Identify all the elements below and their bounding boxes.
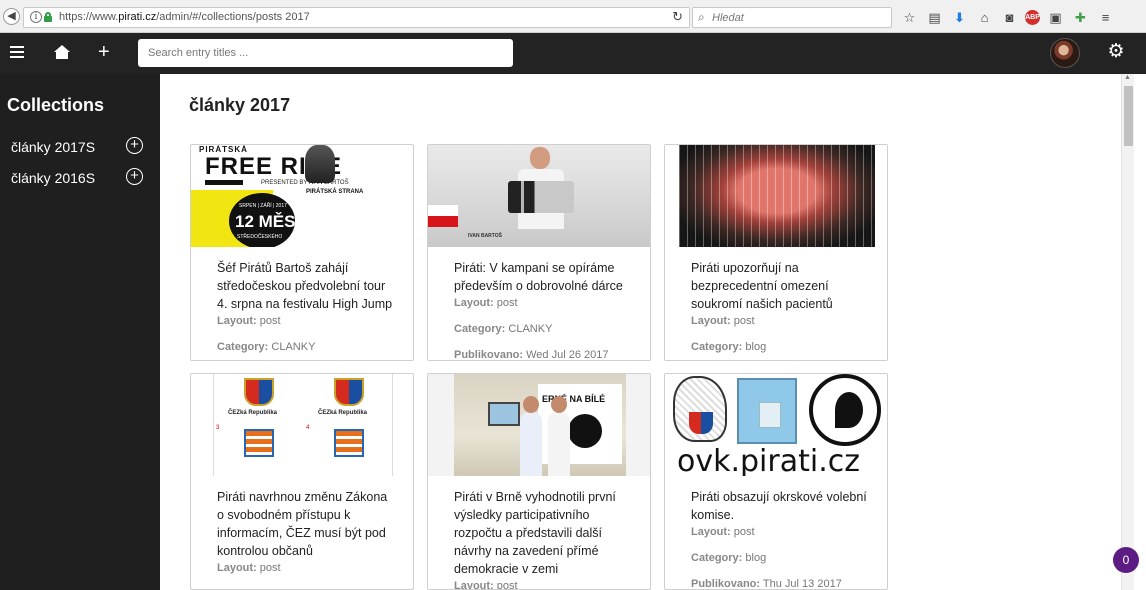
card-layout: Layout: post — [454, 297, 518, 309]
add-circle-icon[interactable]: + — [126, 168, 143, 185]
thumb-grid: ČEZká Republika ČEZká Republika 3 4 — [213, 374, 393, 476]
app-header: + ⚙ — [0, 33, 1146, 74]
thumb-portrait — [305, 145, 335, 183]
card-thumbnail: ovk.pirati.cz — [665, 374, 887, 476]
sidebar-item-clanky-2017s[interactable]: články 2017S + — [0, 134, 160, 160]
entry-card[interactable]: IVAN BARTOŠ Piráti: V kampani se opíráme… — [427, 144, 651, 361]
card-layout: Layout: post — [454, 580, 518, 590]
entry-search-input[interactable] — [138, 39, 513, 67]
thumb-text: 4 — [306, 425, 310, 431]
notification-badge[interactable]: 0 — [1113, 547, 1139, 573]
thumb-screen — [488, 402, 520, 426]
browser-toolbar-icons: ☆ ▤ ⬇ ⌂ ◙ ABP ▣ ✚ ≡ — [900, 7, 1115, 28]
thumb-strip — [205, 180, 243, 185]
card-category: Category: CLANKY — [454, 323, 553, 335]
thumb-text: ČEZká Republika — [228, 410, 278, 416]
pocket-icon[interactable]: ◙ — [1000, 8, 1019, 27]
card-title: Piráti upozorňují na bezprecedentní omez… — [691, 261, 833, 311]
card-title: Šéf Pirátů Bartoš zahájí středočeskou př… — [217, 261, 393, 311]
card-thumbnail: IVAN BARTOŠ — [428, 145, 650, 247]
card-category: Category: CLANKY — [217, 341, 316, 353]
history-icon[interactable]: ▣ — [1046, 8, 1065, 27]
card-thumbnail: ČEZká Republika ČEZká Republika 3 4 — [191, 374, 413, 476]
card-title: Piráti: V kampani se opíráme především o… — [454, 261, 623, 293]
card-thumbnail — [665, 145, 887, 247]
entry-card[interactable]: Piráti upozorňují na bezprecedentní omez… — [664, 144, 888, 361]
card-thumbnail: ERNÉ NA BÍLÉ — [428, 374, 650, 476]
sidebar-heading: Collections — [7, 95, 105, 115]
search-icon: ⌕ — [698, 10, 705, 24]
adblock-icon[interactable]: ABP — [1025, 10, 1040, 25]
sidebar-item-label[interactable]: články 2017S — [11, 139, 95, 155]
thumb-text: PRESENTED BY IVAN BARTOŠ — [261, 180, 349, 186]
thumb-ballot-box — [737, 378, 797, 444]
entry-card[interactable]: ČEZká Republika ČEZká Republika 3 4 Pirá… — [190, 373, 414, 590]
address-bar[interactable]: i https://www.pirati.cz/admin/#/collecti… — [23, 7, 690, 28]
thumb-text: IVAN BARTOŠ — [468, 233, 502, 239]
thumb-text: STŘEDOČESKÉHO — [237, 234, 283, 240]
entry-card[interactable]: PIRÁTSKÁ FREE RIDE PRESENTED BY IVAN BAR… — [190, 144, 414, 361]
download-icon[interactable]: ⬇ — [950, 8, 969, 27]
home-browser-icon[interactable]: ⌂ — [975, 8, 994, 27]
new-entry-plus-icon[interactable]: + — [98, 40, 110, 64]
card-title: Piráti v Brně vyhodnotili první výsledky… — [454, 490, 616, 576]
info-icon[interactable]: i — [30, 11, 42, 23]
scroll-up-icon[interactable]: ▲ — [1124, 74, 1131, 81]
entry-card[interactable]: ERNÉ NA BÍLÉ Piráti v Brně vyhodnotili p… — [427, 373, 651, 590]
bookmark-star-icon[interactable]: ☆ — [900, 8, 919, 27]
card-layout: Layout: post — [691, 315, 755, 327]
card-published: Publikovano: Wed Jul 26 2017 — [454, 349, 609, 361]
thumb-coat-of-arms — [673, 376, 727, 442]
thumb-text: ovk.pirati.cz — [677, 444, 860, 476]
browser-toolbar: ◀ i https://www.pirati.cz/admin/#/collec… — [0, 0, 1146, 33]
card-layout: Layout: post — [217, 562, 281, 574]
main-content: články 2017 PIRÁTSKÁ FREE RIDE PRESENTED… — [160, 74, 1121, 590]
card-thumbnail: PIRÁTSKÁ FREE RIDE PRESENTED BY IVAN BAR… — [191, 145, 413, 247]
browser-menu-icon[interactable]: ≡ — [1096, 8, 1115, 27]
card-category: Category: blog — [691, 552, 767, 564]
card-layout: Layout: post — [691, 526, 755, 538]
thumb-text: 12 MĚST — [235, 212, 306, 231]
thumb-text: ČEZká Republika — [318, 410, 368, 416]
sidebar: Collections články 2017S + články 2016S … — [0, 74, 160, 590]
hamburger-menu-icon[interactable] — [10, 46, 24, 58]
reading-list-icon[interactable]: ▤ — [925, 8, 944, 27]
card-category: Category: blog — [691, 341, 767, 353]
gear-icon[interactable]: ⚙ — [1106, 42, 1126, 62]
thumb-pirate-logo — [809, 374, 881, 446]
thumb-person — [508, 145, 574, 247]
sidebar-item-label[interactable]: články 2016S — [11, 170, 95, 186]
avatar[interactable] — [1050, 38, 1080, 68]
card-title: Piráti obsazují okrskové volební komise. — [691, 490, 867, 522]
entry-card[interactable]: ovk.pirati.cz Piráti obsazují okrskové v… — [664, 373, 888, 590]
thumb-logo: PIRÁTSKÁ STRANA — [306, 189, 364, 195]
browser-search-box[interactable]: ⌕ Hledat — [692, 7, 892, 28]
url-text[interactable]: https://www.pirati.cz/admin/#/collection… — [59, 11, 310, 23]
card-published: Publikovano: Thu Jul 13 2017 — [691, 578, 842, 590]
thumb-photo — [679, 145, 875, 247]
card-title: Piráti navrhnou změnu Zákona o svobodném… — [217, 490, 388, 558]
thumb-flag — [428, 205, 458, 227]
home-icon[interactable] — [54, 45, 70, 61]
page-title: články 2017 — [189, 95, 291, 115]
card-layout: Layout: post — [217, 315, 281, 327]
extension-icon[interactable]: ✚ — [1071, 8, 1090, 27]
back-button[interactable]: ◀ — [3, 8, 20, 25]
scrollbar[interactable]: ▲ — [1121, 74, 1134, 590]
thumb-text: SRPEN | ZÁŘÍ | 2017 — [239, 203, 287, 209]
reload-icon[interactable]: ↻ — [672, 9, 683, 25]
sidebar-item-clanky-2016s[interactable]: články 2016S + — [0, 165, 160, 191]
thumb-text: 3 — [216, 425, 220, 431]
browser-search-placeholder: Hledat — [712, 12, 744, 24]
lock-icon — [44, 12, 52, 22]
scrollbar-thumb[interactable] — [1124, 86, 1133, 146]
add-circle-icon[interactable]: + — [126, 137, 143, 154]
